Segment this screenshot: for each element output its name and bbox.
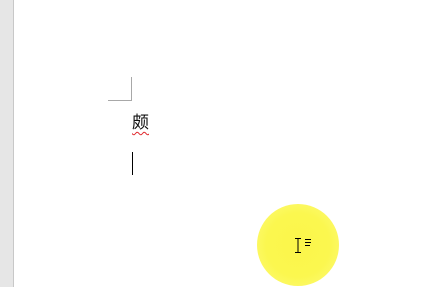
document-workspace: 颇 [0,0,440,287]
document-page[interactable]: 颇 [13,0,440,287]
document-text-line[interactable]: 颇 [132,112,149,134]
ibeam-cursor-icon [295,238,311,253]
margin-corner-marker-icon [108,77,132,101]
text-insertion-caret [132,152,133,175]
